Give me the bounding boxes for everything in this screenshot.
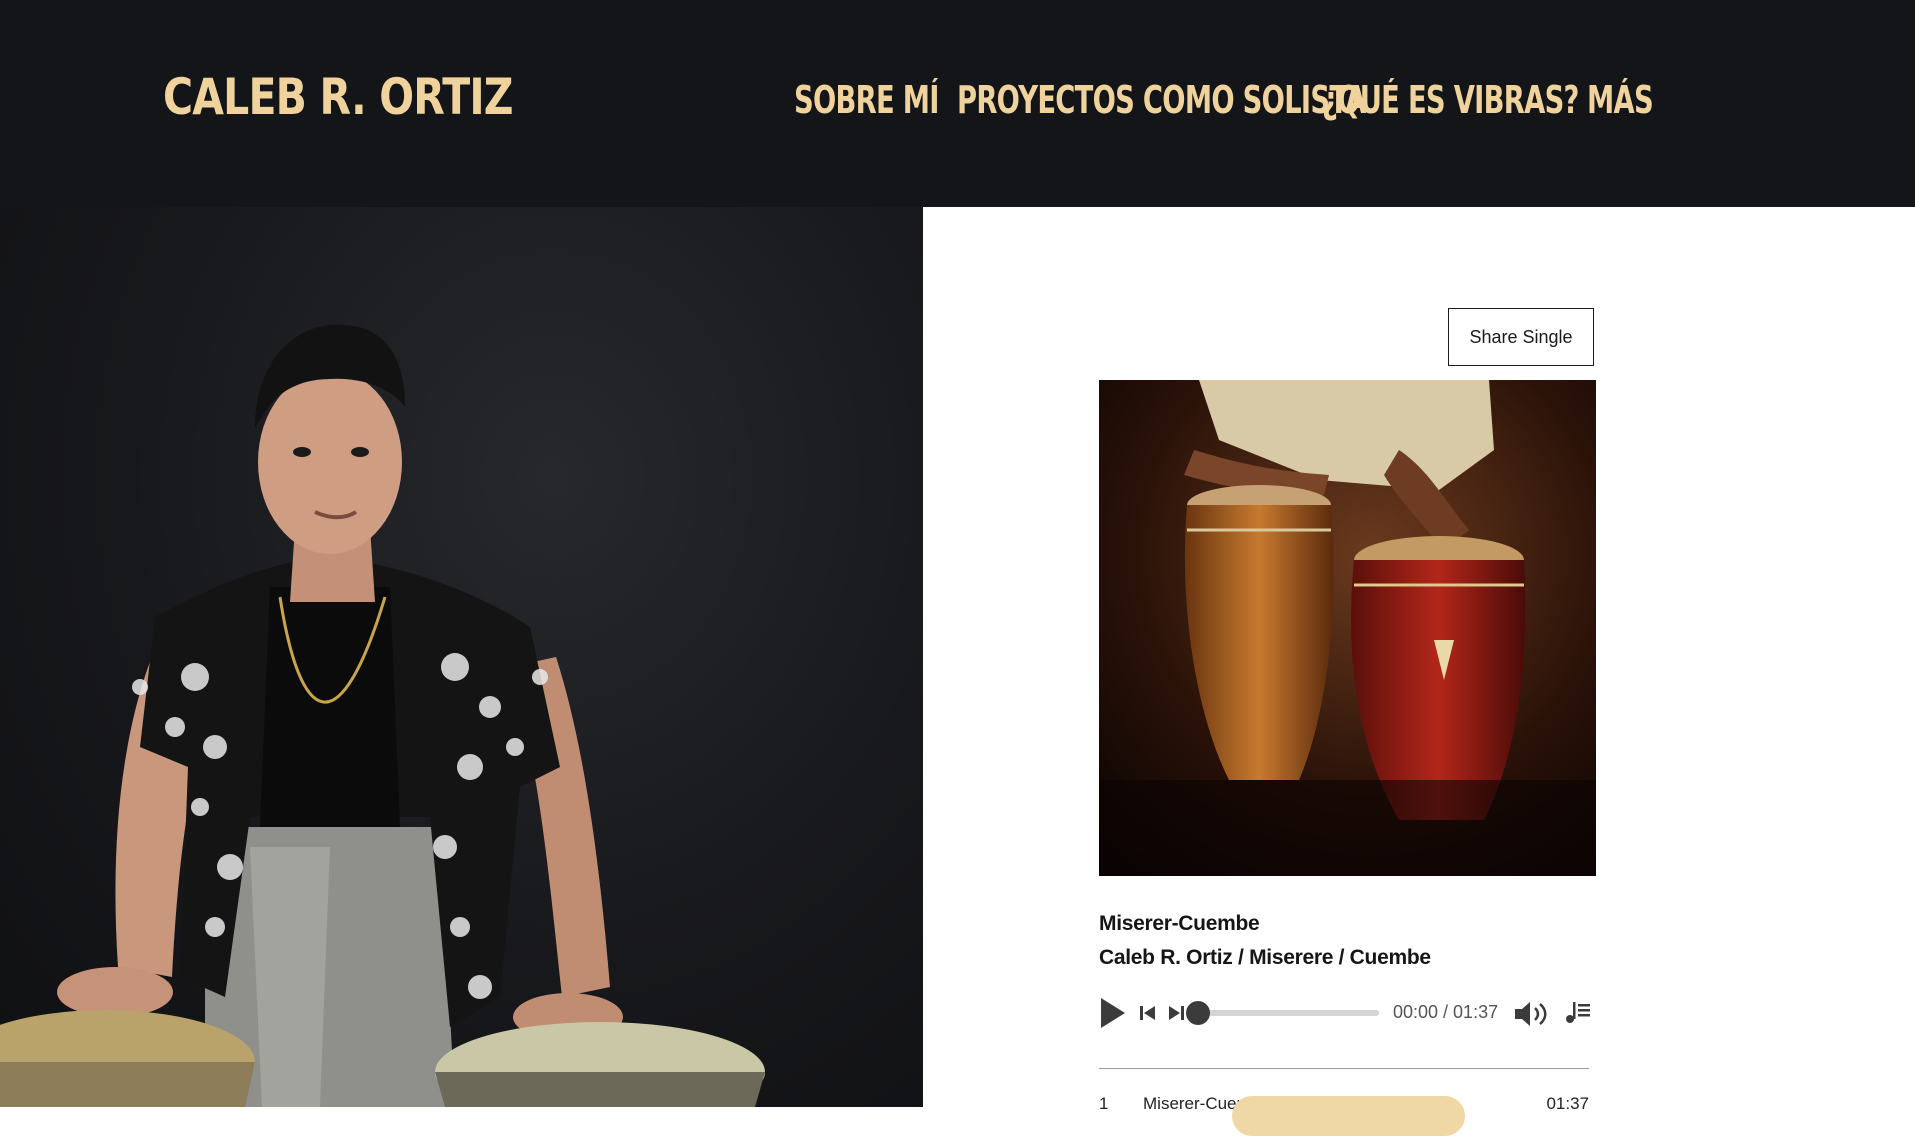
share-single-button[interactable]: Share Single bbox=[1448, 308, 1594, 366]
playlist-icon[interactable] bbox=[1564, 998, 1592, 1031]
track-artist-info: Caleb R. Ortiz / Miserere / Cuembe bbox=[1099, 946, 1431, 969]
nav-item-sobre-mi[interactable]: SOBRE MÍ bbox=[794, 78, 939, 122]
cookie-banner-pill[interactable] bbox=[1232, 1096, 1465, 1136]
artist-photo bbox=[0, 207, 923, 1107]
volume-icon[interactable] bbox=[1513, 1000, 1553, 1033]
nav-item-proyectos[interactable]: PROYECTOS COMO SOLISTA bbox=[957, 78, 1366, 122]
main-nav: SOBRE MÍ PROYECTOS COMO SOLISTA ¿QUÉ ES … bbox=[790, 78, 1790, 128]
album-cover bbox=[1099, 380, 1596, 876]
track-number: 1 bbox=[1099, 1094, 1109, 1113]
audio-player: 00:00 / 01:37 bbox=[1099, 992, 1596, 1034]
tracklist-row[interactable]: 1 Miserer-Cuembe 01:37 bbox=[1099, 1090, 1589, 1136]
skip-back-icon[interactable] bbox=[1139, 1004, 1157, 1027]
track-duration: 01:37 bbox=[1546, 1094, 1589, 1113]
artist-photo-illustration bbox=[0, 324, 765, 1107]
time-display: 00:00 / 01:37 bbox=[1393, 1002, 1499, 1022]
progress-handle[interactable] bbox=[1186, 1001, 1210, 1025]
play-icon[interactable] bbox=[1099, 996, 1127, 1035]
nav-item-mas[interactable]: MÁS bbox=[1587, 78, 1654, 122]
album-cover-illustration bbox=[1099, 380, 1596, 876]
track-title: Miserer-Cuembe bbox=[1099, 912, 1260, 935]
nav-item-que-es-vibras[interactable]: ¿QUÉ ES VIBRAS? bbox=[1322, 78, 1579, 122]
progress-bar[interactable] bbox=[1199, 1010, 1379, 1016]
site-logo[interactable]: CALEB R. ORTIZ bbox=[163, 68, 514, 126]
site-header: CALEB R. ORTIZ SOBRE MÍ PROYECTOS COMO S… bbox=[0, 0, 1915, 207]
skip-forward-icon[interactable] bbox=[1167, 1004, 1185, 1027]
tracklist-divider bbox=[1099, 1068, 1589, 1069]
